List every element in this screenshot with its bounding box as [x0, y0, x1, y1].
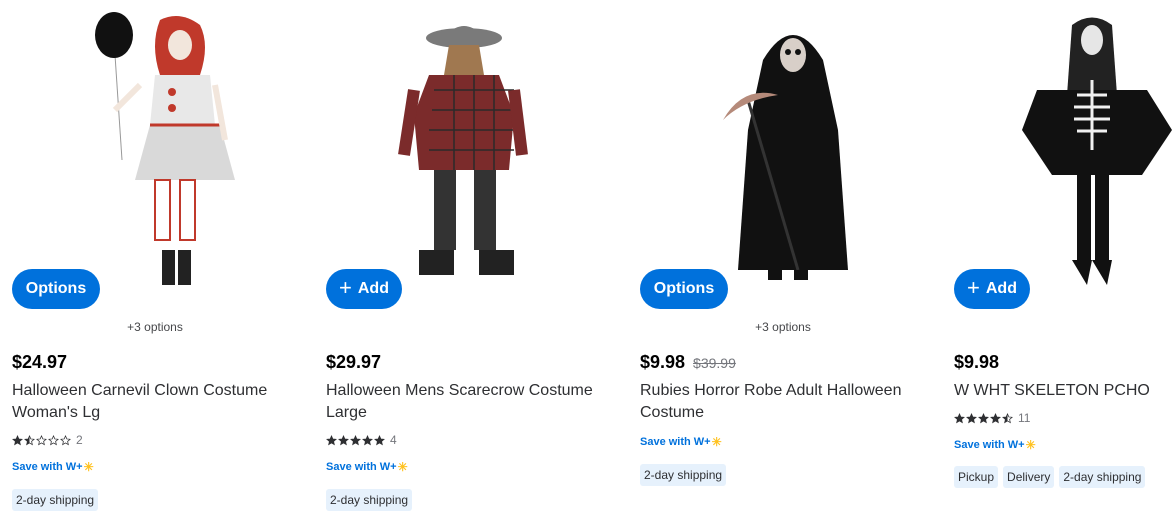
star-rating: [954, 412, 1013, 424]
review-count: 11: [1018, 411, 1031, 425]
star-filled-icon: [350, 434, 361, 445]
shipping-tag: 2-day shipping: [326, 489, 413, 511]
rating: 2: [12, 433, 83, 447]
spark-icon: ✳: [397, 460, 408, 474]
spark-icon: ✳: [83, 460, 94, 474]
fulfillment-tags: Pickup Delivery 2-day shipping: [954, 466, 1146, 488]
product-title[interactable]: Halloween Carnevil Clown Costume Woman's…: [12, 380, 292, 424]
star-half-icon: [24, 434, 35, 445]
price-row: $29.97: [326, 352, 381, 373]
options-button[interactable]: Options: [640, 269, 728, 309]
spark-icon: ✳: [1025, 438, 1036, 452]
product-title[interactable]: W WHT SKELETON PCHO: [954, 380, 1176, 402]
spark-icon: ✳: [711, 435, 722, 449]
save-with-wplus[interactable]: Save with W+ ✳: [640, 435, 722, 449]
star-filled-icon: [978, 412, 989, 423]
star-empty-icon: [36, 434, 47, 445]
fulfillment-tags: 2-day shipping: [326, 489, 413, 511]
star-filled-icon: [966, 412, 977, 423]
product-card[interactable]: + Add $29.97 Halloween Mens Scarecrow Co…: [314, 0, 614, 519]
shipping-tag: 2-day shipping: [12, 489, 99, 511]
fulfillment-tags: 2-day shipping: [12, 489, 99, 511]
product-title[interactable]: Rubies Horror Robe Adult Halloween Costu…: [640, 380, 920, 424]
save-with-wplus[interactable]: Save with W+ ✳: [326, 460, 408, 474]
star-filled-icon: [362, 434, 373, 445]
pickup-tag: Pickup: [954, 466, 999, 488]
was-price: $39.99: [693, 355, 736, 371]
fulfillment-tags: 2-day shipping: [640, 464, 727, 486]
more-options-label[interactable]: +3 options: [0, 320, 310, 334]
star-filled-icon: [990, 412, 1001, 423]
review-count: 2: [76, 433, 83, 447]
add-to-cart-button[interactable]: + Add: [954, 269, 1030, 309]
review-count: 4: [390, 433, 397, 447]
current-price: $29.97: [326, 352, 382, 372]
walmart-plus-logo: W+: [693, 436, 711, 448]
star-filled-icon: [954, 412, 965, 423]
options-button[interactable]: Options: [12, 269, 100, 309]
price-row: $9.98 $39.99: [640, 352, 736, 373]
star-rating: [326, 434, 385, 446]
plus-icon: +: [967, 275, 980, 300]
current-price: $9.98: [954, 352, 1000, 372]
price-row: $24.97: [12, 352, 67, 373]
walmart-plus-logo: W+: [1007, 439, 1025, 451]
shipping-tag: 2-day shipping: [1059, 466, 1146, 488]
add-to-cart-button[interactable]: + Add: [326, 269, 402, 309]
walmart-plus-logo: W+: [379, 461, 397, 473]
shipping-tag: 2-day shipping: [640, 464, 727, 486]
price-row: $9.98: [954, 352, 999, 373]
star-filled-icon: [326, 434, 337, 445]
product-card[interactable]: Options +3 options $24.97 Halloween Carn…: [0, 0, 300, 519]
star-empty-icon: [48, 434, 59, 445]
save-with-wplus[interactable]: Save with W+ ✳: [12, 460, 94, 474]
current-price: $9.98: [640, 352, 686, 372]
rating: 11: [954, 411, 1030, 425]
scarecrow-costume-image[interactable]: [314, 0, 614, 310]
walmart-plus-logo: W+: [65, 461, 83, 473]
current-price: $24.97: [12, 352, 68, 372]
skeleton-poncho-costume-image[interactable]: [942, 0, 1176, 310]
star-rating: [12, 434, 71, 446]
grim-reaper-costume-image[interactable]: [628, 0, 928, 310]
delivery-tag: Delivery: [1003, 466, 1055, 488]
star-filled-icon: [374, 434, 385, 445]
star-empty-icon: [60, 434, 71, 445]
product-card[interactable]: Options +3 options $9.98 $39.99 Rubies H…: [628, 0, 928, 519]
clown-costume-image[interactable]: [0, 0, 300, 310]
more-options-label[interactable]: +3 options: [628, 320, 938, 334]
star-filled-icon: [338, 434, 349, 445]
product-card[interactable]: + Add $9.98 W WHT SKELETON PCHO 11 Save …: [942, 0, 1176, 519]
plus-icon: +: [339, 275, 352, 300]
save-with-wplus[interactable]: Save with W+ ✳: [954, 438, 1036, 452]
star-filled-icon: [12, 434, 23, 445]
product-title[interactable]: Halloween Mens Scarecrow Costume Large: [326, 380, 606, 424]
rating: 4: [326, 433, 397, 447]
star-half-icon: [1002, 412, 1013, 423]
